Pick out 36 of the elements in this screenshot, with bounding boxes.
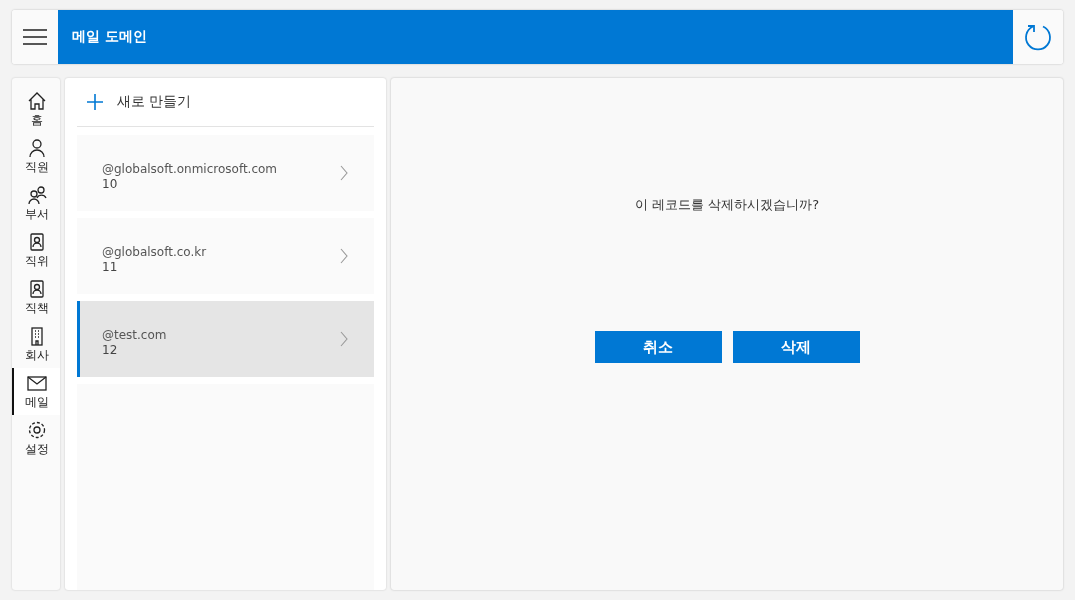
person-icon [27, 137, 47, 158]
chevron-icon [340, 331, 348, 347]
nav-item[interactable]: 설정 [12, 415, 60, 462]
domain-item[interactable]: @globalsoft.onmicrosoft.com 10 [77, 135, 374, 211]
nav-item[interactable]: 직책 [12, 274, 60, 321]
domain-count: 10 [102, 176, 119, 191]
chevron-icon [340, 165, 348, 181]
page-title: 메일 도메인 [72, 28, 147, 46]
domain-item[interactable]: @test.com 12 [77, 301, 374, 377]
nav-item[interactable]: 직위 [12, 227, 60, 274]
nav-item[interactable]: 메일 [12, 368, 60, 415]
plus-icon [87, 94, 103, 110]
domain-item[interactable]: @globalsoft.co.kr 11 [77, 218, 374, 294]
domain-name: @test.com [102, 327, 167, 342]
refresh-icon [1023, 22, 1053, 52]
confirm-message: 이 레코드를 삭제하시겠습니까? [634, 196, 820, 214]
people-icon [27, 184, 47, 205]
menu-icon [23, 29, 47, 45]
delete-button[interactable]: 삭제 [732, 331, 860, 363]
settings-icon [27, 419, 47, 440]
domain-count: 11 [102, 259, 119, 274]
domain-count: 12 [102, 342, 119, 357]
nav-item[interactable]: 홈 [12, 86, 60, 133]
badge-icon [27, 231, 47, 252]
menu-button[interactable] [12, 10, 58, 64]
home-icon [27, 90, 47, 111]
nav-item[interactable]: 부서 [12, 180, 60, 227]
nav-item[interactable]: 회사 [12, 321, 60, 368]
cancel-button[interactable]: 취소 [594, 331, 722, 363]
new-button[interactable]: 새로 만들기 [77, 78, 374, 126]
badge-icon [27, 278, 47, 299]
domain-name: @globalsoft.co.kr [102, 244, 207, 259]
nav-item[interactable]: 직원 [12, 133, 60, 180]
domain-name: @globalsoft.onmicrosoft.com [102, 161, 278, 176]
chevron-icon [340, 248, 348, 264]
refresh-button[interactable] [1013, 10, 1063, 64]
